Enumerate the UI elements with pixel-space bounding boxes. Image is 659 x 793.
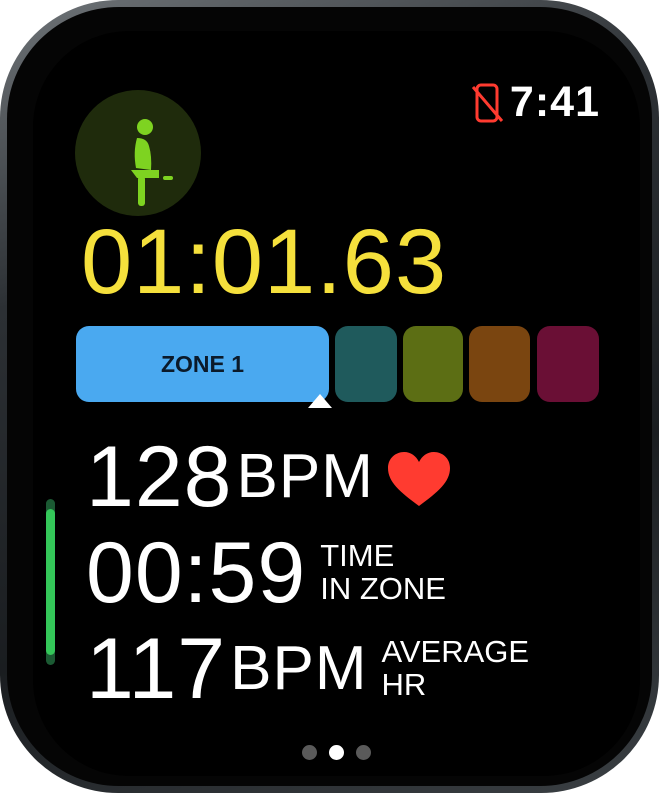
average-hr-label-line1: AVERAGE [381,634,530,670]
heart-icon [387,452,450,506]
zone-label: ZONE 1 [160,350,245,377]
zone-4-segment [469,326,530,402]
time-in-zone-metric: 00:59 TIME IN ZONE [86,530,446,616]
status-bar: 7:41 [470,81,600,124]
workout-type-button[interactable] [75,90,201,216]
zone-2-segment [335,326,397,402]
heart-rate-value: 128 [86,429,233,525]
average-hr-label-line2: HR [381,667,427,702]
time-in-zone-label-line2: IN ZONE [320,571,446,606]
elapsed-time: 01:01.63 [81,211,448,313]
time-in-zone-label: TIME IN ZONE [320,540,446,605]
average-hr-label: AVERAGE HR [381,636,529,701]
heart-rate-metric: 128 BPM [86,434,452,520]
zone-1-segment: ZONE 1 [76,326,329,402]
time-in-zone-value: 00:59 [86,525,307,621]
heart-rate-unit: BPM [236,442,374,511]
clock-time: 7:41 [509,78,600,126]
page-dot-3[interactable] [356,745,371,760]
time-in-zone-label-line1: TIME [320,538,395,574]
zone-position-indicator [308,394,332,408]
page-dot-2[interactable] [329,745,344,760]
zone-3-segment [403,326,463,402]
phone-slash-icon [471,83,504,122]
page-dot-1[interactable] [302,745,317,760]
zone-5-segment [537,326,599,402]
average-hr-metric: 117 BPM AVERAGE HR [86,626,529,712]
heart-rate-zones-bar: ZONE 1 [76,326,599,402]
watch-case: 7:41 01:01.63 ZONE 1 128 BPM 00:59 TIME … [0,0,659,793]
watch-screen: 7:41 01:01.63 ZONE 1 128 BPM 00:59 TIME … [33,31,640,776]
indoor-cycle-person-icon [131,119,173,206]
watch-bezel: 7:41 01:01.63 ZONE 1 128 BPM 00:59 TIME … [7,7,652,786]
average-hr-value: 117 [86,621,227,717]
scroll-indicator[interactable] [46,509,55,655]
average-hr-unit: BPM [230,634,368,703]
page-indicator [33,745,640,760]
